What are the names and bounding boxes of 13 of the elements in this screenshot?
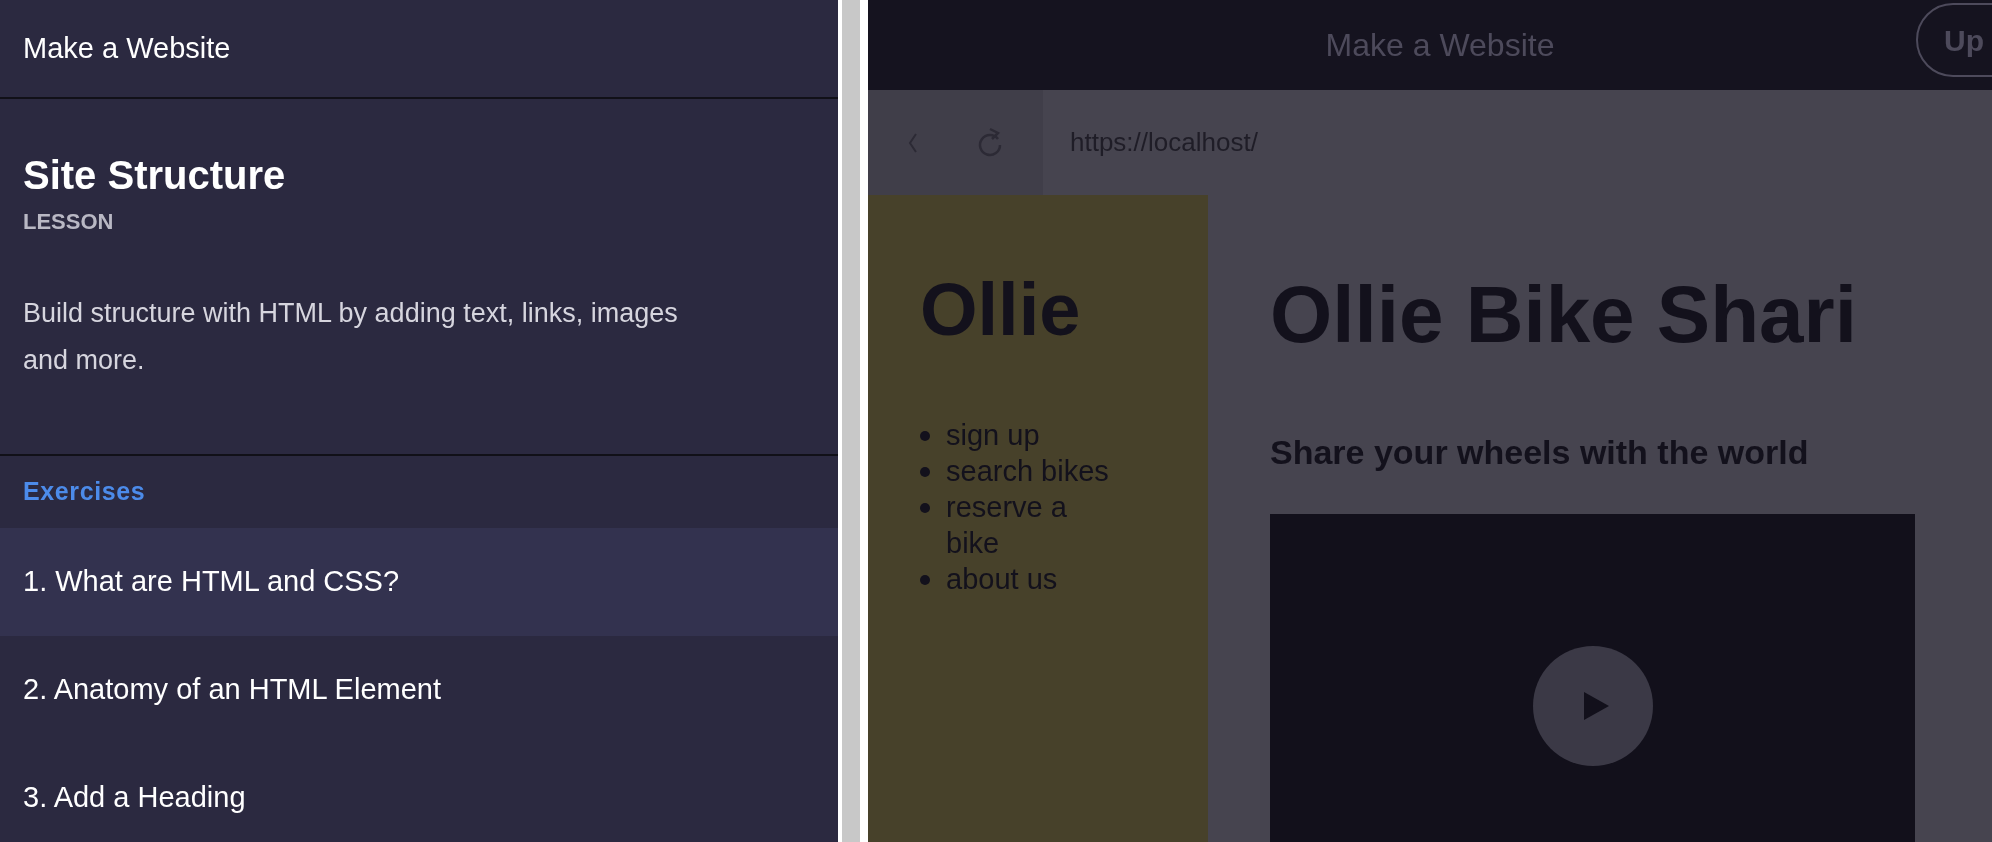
exercises-heading: Exercises: [23, 476, 146, 508]
bullet-icon: [920, 431, 930, 441]
play-icon[interactable]: [1532, 646, 1653, 766]
workspace-title: Make a Website: [1325, 26, 1555, 65]
up-button[interactable]: Up: [1916, 3, 1992, 77]
lesson-title: Site Structure: [23, 152, 287, 199]
bullet-icon: [920, 575, 930, 585]
bullet-icon: [920, 467, 930, 477]
lesson-label: LESSON: [23, 208, 115, 236]
bullet-icon: [920, 503, 930, 513]
lesson-description: Build structure with HTML by adding text, links, images and more.: [23, 297, 679, 377]
course-title: Make a Website: [23, 30, 231, 66]
exercise-item[interactable]: 1. What are HTML and CSS?: [0, 528, 838, 636]
